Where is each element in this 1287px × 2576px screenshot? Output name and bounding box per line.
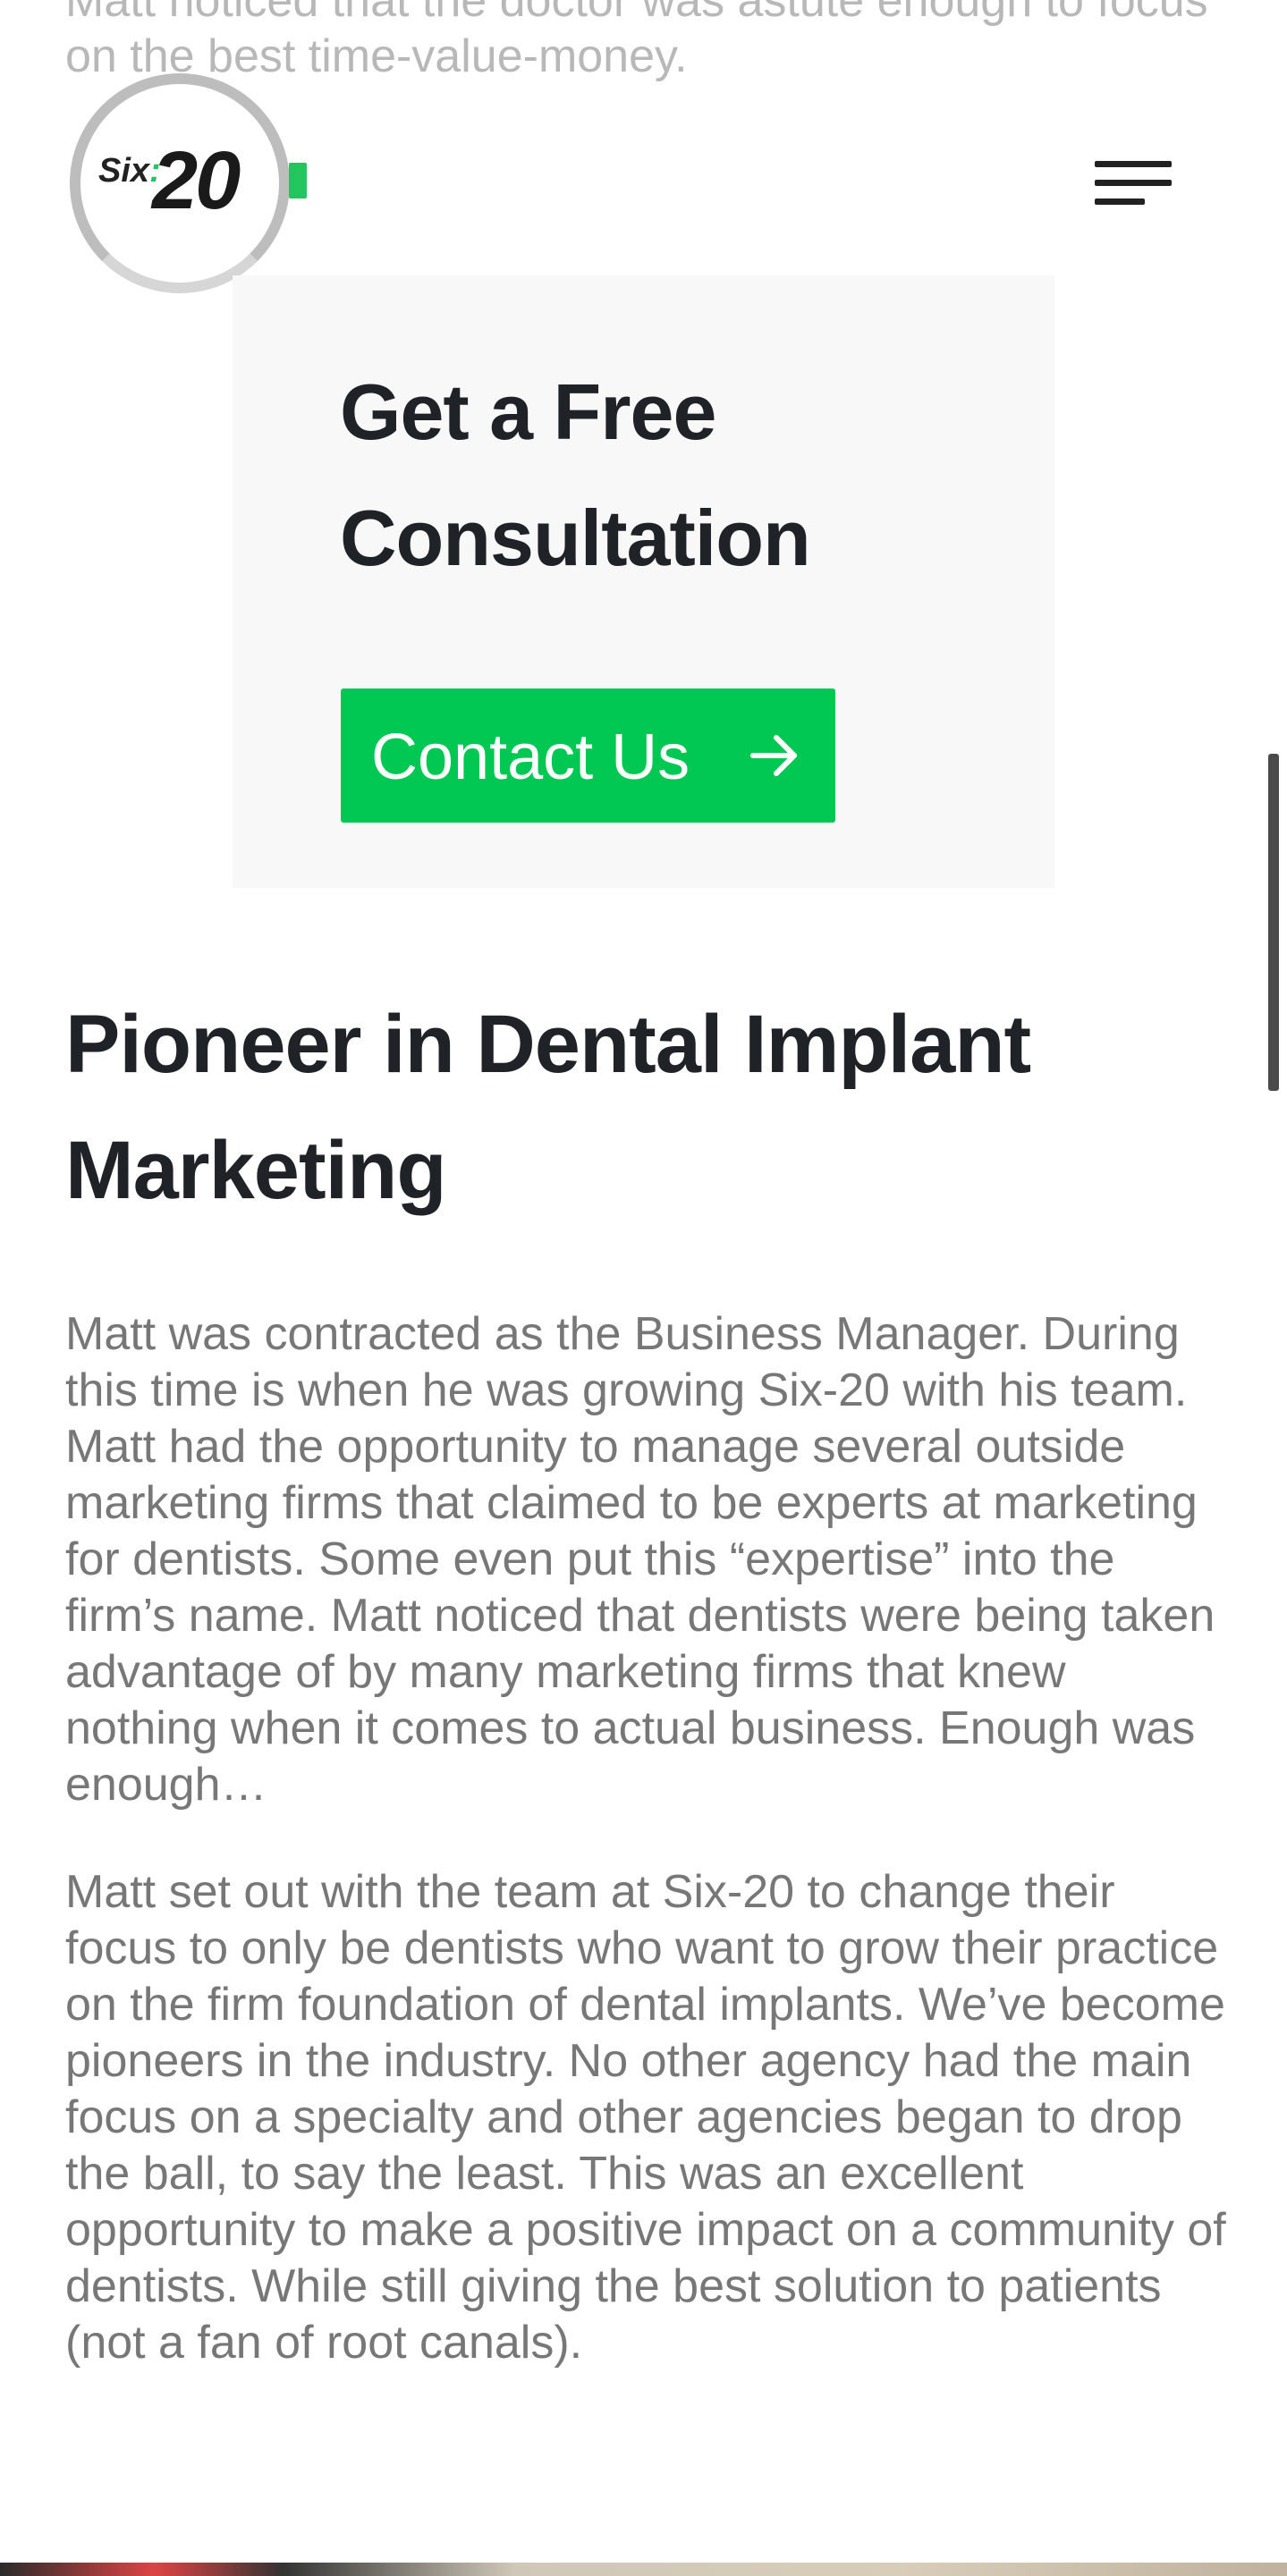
section-heading: Pioneer in Dental Implant Marketing	[65, 999, 1031, 1216]
hamburger-menu-icon[interactable]	[1095, 157, 1177, 211]
contact-us-label: Contact Us	[371, 722, 690, 793]
arrow-right-icon	[750, 735, 797, 776]
previous-paragraph-cut: Matt noticed that the doctor was astute …	[65, 0, 1208, 82]
menu-line	[1095, 198, 1145, 205]
image-strip	[0, 2563, 1287, 2576]
scrollbar-thumb[interactable]	[1268, 754, 1279, 1091]
body-paragraph: Matt set out with the team at Six-20 to …	[65, 1866, 1226, 2369]
logo-accent-tab	[289, 163, 307, 198]
page: Matt noticed that the doctor was astute …	[0, 0, 1287, 2576]
menu-line	[1095, 180, 1172, 186]
contact-us-button[interactable]: Contact Us	[341, 688, 835, 823]
menu-line	[1095, 161, 1172, 167]
site-logo[interactable]: Six: 20	[70, 73, 320, 293]
body-paragraph: Matt was contracted as the Business Mana…	[65, 1308, 1215, 1811]
logo-20-text: 20	[152, 135, 241, 226]
consultation-title: Get a Free Consultation	[340, 367, 811, 582]
